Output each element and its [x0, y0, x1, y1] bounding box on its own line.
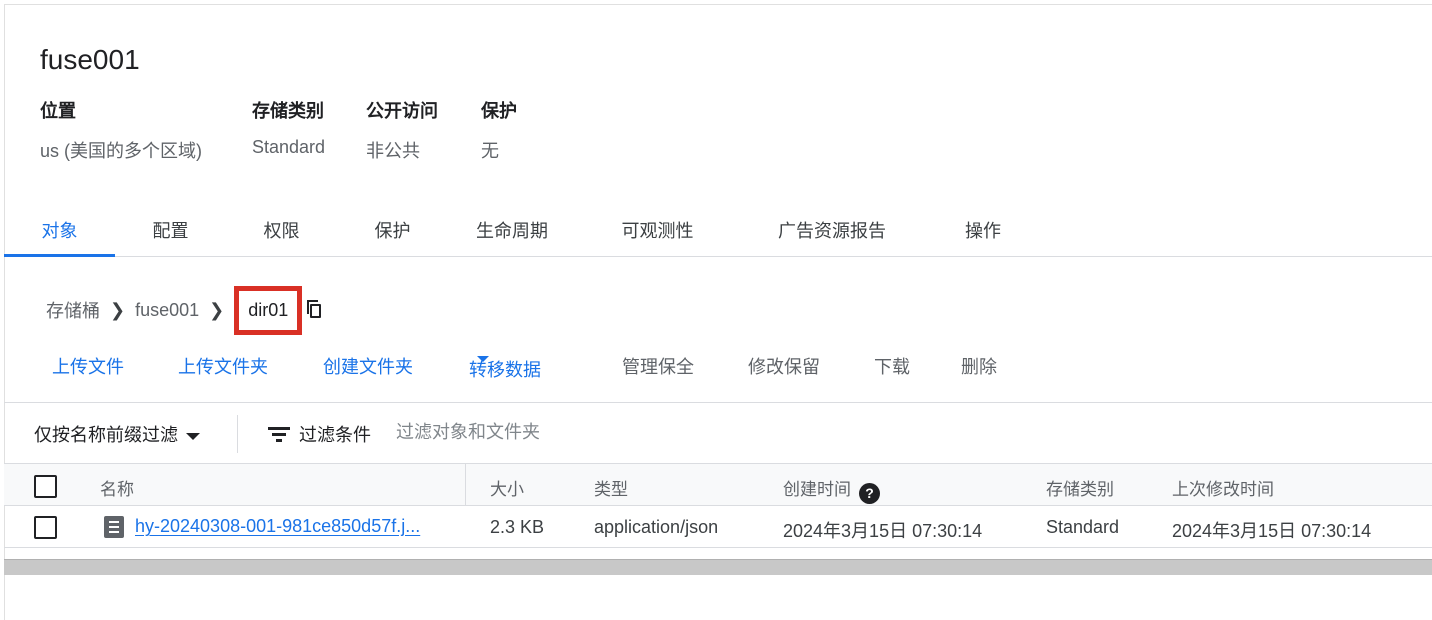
- select-all-checkbox[interactable]: [34, 475, 57, 498]
- file-type: application/json: [594, 517, 719, 537]
- file-created: 2024年3月15日 07:30:14: [783, 521, 983, 541]
- table-header: 名称 大小 类型 创建时间? 存储类别 上次修改时间: [4, 464, 1432, 506]
- download-button[interactable]: 下载: [874, 353, 910, 379]
- create-folder-button[interactable]: 创建文件夹: [323, 353, 413, 379]
- tab-lifecycle[interactable]: 生命周期: [448, 204, 576, 256]
- breadcrumb-bucket[interactable]: fuse001: [135, 300, 199, 321]
- objects-table: 名称 大小 类型 创建时间? 存储类别 上次修改时间 hy-20240308-0…: [4, 464, 1432, 548]
- meta-storage-class: 存储类别 Standard: [252, 97, 325, 158]
- manage-holds-button[interactable]: 管理保全: [622, 353, 694, 379]
- file-last-modified: 2024年3月15日 07:30:14: [1172, 521, 1372, 541]
- meta-protection-value: 无: [481, 141, 499, 161]
- column-divider[interactable]: [465, 464, 466, 506]
- meta-protection-label: 保护: [481, 101, 517, 121]
- meta-location-value: us (美国的多个区域): [40, 141, 202, 161]
- filter-list-icon[interactable]: [268, 425, 290, 443]
- divider: [237, 415, 238, 453]
- action-toolbar: 上传文件 上传文件夹 创建文件夹 转移数据 管理保全 修改保留 下载 删除: [0, 350, 1432, 380]
- prefix-filter-label: 仅按名称前缀过滤: [34, 425, 178, 445]
- col-name[interactable]: 名称: [100, 475, 134, 500]
- col-type[interactable]: 类型: [594, 475, 628, 500]
- upload-folder-button[interactable]: 上传文件夹: [178, 353, 268, 379]
- chevron-right-icon: ❯: [209, 299, 225, 320]
- tab-permissions[interactable]: 权限: [226, 204, 337, 256]
- file-name-link[interactable]: hy-20240308-001-981ce850d57f.j...: [135, 516, 440, 537]
- file-storage-class: Standard: [1046, 517, 1120, 537]
- meta-public-access-label: 公开访问: [366, 101, 438, 121]
- tab-configuration[interactable]: 配置: [115, 204, 226, 256]
- file-icon: [104, 516, 124, 538]
- tab-observability[interactable]: 可观测性: [576, 204, 739, 256]
- caret-down-icon: [477, 356, 489, 362]
- prefix-filter-dropdown[interactable]: 仅按名称前缀过滤: [34, 421, 200, 447]
- col-created-label: 创建时间: [783, 480, 851, 499]
- meta-storage-class-value: Standard: [252, 137, 326, 157]
- file-size: 2.3 KB: [490, 517, 545, 537]
- breadcrumb-current-folder: dir01: [234, 285, 303, 335]
- meta-location-label: 位置: [40, 101, 76, 121]
- bucket-title: fuse001: [40, 44, 140, 75]
- filter-bar: 仅按名称前缀过滤 过滤条件: [4, 402, 1432, 464]
- tab-operations[interactable]: 操作: [925, 204, 1041, 256]
- upload-files-button[interactable]: 上传文件: [52, 353, 124, 379]
- col-last-modified[interactable]: 上次修改时间: [1172, 475, 1274, 500]
- meta-public-access-value: 非公共: [366, 141, 420, 161]
- row-checkbox[interactable]: [34, 516, 57, 539]
- help-icon[interactable]: ?: [859, 483, 880, 504]
- copy-icon[interactable]: [304, 298, 328, 322]
- col-size[interactable]: 大小: [490, 475, 524, 500]
- tab-bar: 对象 配置 权限 保护 生命周期 可观测性 广告资源报告 操作: [4, 204, 1432, 257]
- caret-down-icon: [186, 432, 200, 440]
- meta-location: 位置 us (美国的多个区域): [40, 97, 202, 163]
- horizontal-scrollbar[interactable]: [4, 559, 1432, 575]
- filter-label: 过滤条件: [299, 425, 371, 445]
- breadcrumb: 存储桶 ❯ fuse001 ❯ dir01: [46, 282, 328, 338]
- tab-protection[interactable]: 保护: [337, 204, 448, 256]
- col-storage-class[interactable]: 存储类别: [1046, 475, 1114, 500]
- col-created[interactable]: 创建时间?: [783, 475, 880, 504]
- chevron-right-icon: ❯: [110, 299, 126, 320]
- breadcrumb-root[interactable]: 存储桶: [46, 297, 100, 323]
- table-row: hy-20240308-001-981ce850d57f.j... 2.3 KB…: [4, 506, 1432, 548]
- tab-objects[interactable]: 对象: [4, 204, 115, 257]
- tab-inventory-reports[interactable]: 广告资源报告: [739, 204, 925, 256]
- edit-retention-button[interactable]: 修改保留: [748, 353, 820, 379]
- delete-button[interactable]: 删除: [961, 353, 997, 379]
- meta-storage-class-label: 存储类别: [252, 101, 324, 121]
- meta-public-access: 公开访问 非公共: [366, 97, 438, 163]
- meta-protection: 保护 无: [481, 97, 517, 163]
- filter-input[interactable]: [396, 417, 996, 447]
